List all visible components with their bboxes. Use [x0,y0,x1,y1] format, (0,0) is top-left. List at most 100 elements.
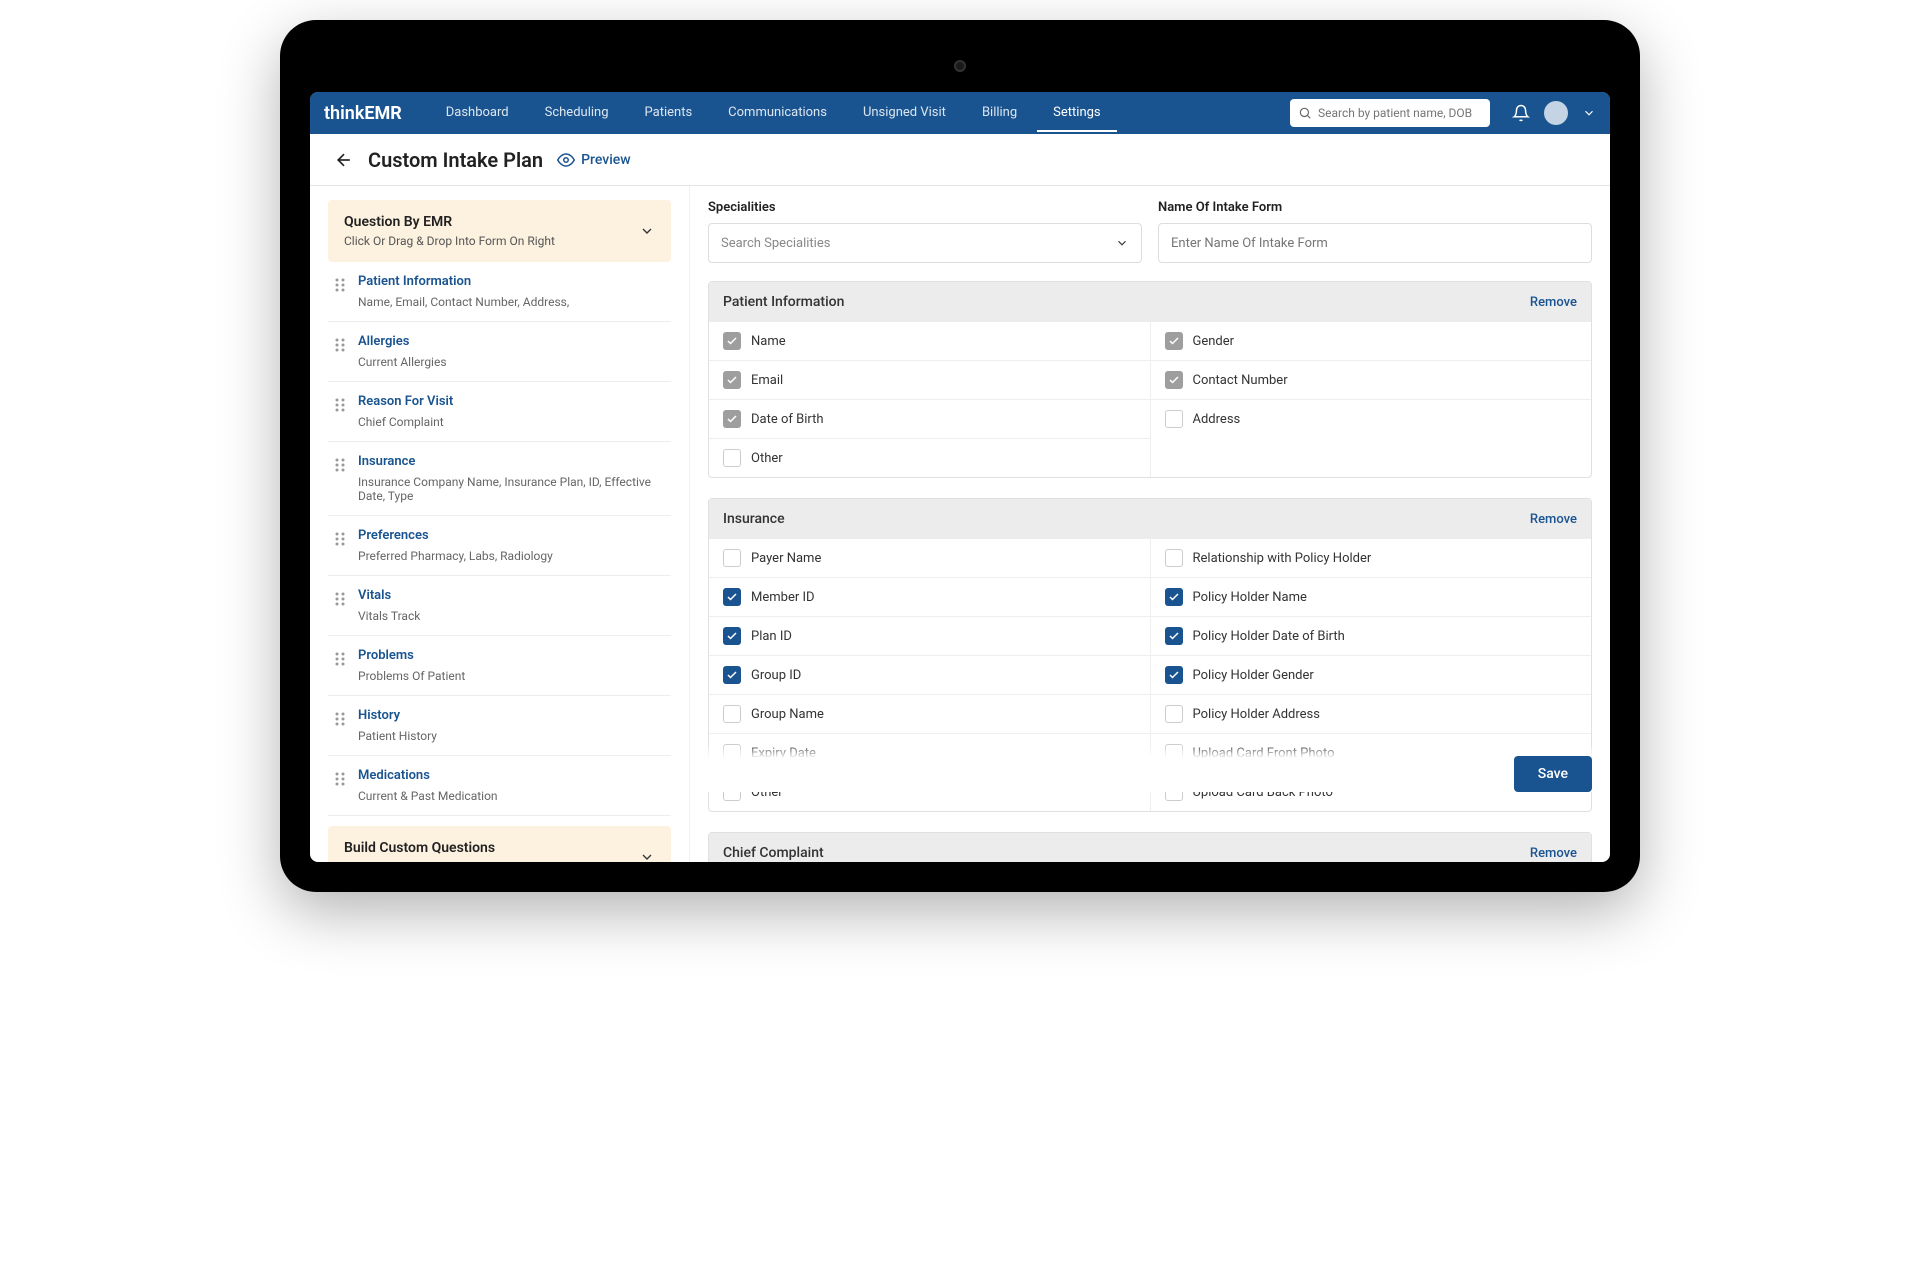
section-title: Patient Information [723,294,844,310]
checkbox[interactable] [1165,410,1183,428]
drag-handle-icon[interactable] [334,771,346,787]
drag-item-title: Reason For Visit [358,394,453,409]
custom-panel-header[interactable]: Build Custom Questions Click Or Drag & D… [328,826,671,862]
search-input[interactable] [1318,106,1482,120]
drag-item[interactable]: Patient InformationName, Email, Contact … [328,262,671,322]
check-row: Policy Holder Address [1151,695,1592,734]
checkbox[interactable] [1165,371,1183,389]
drag-item[interactable]: InsuranceInsurance Company Name, Insuran… [328,442,671,516]
nav-item-communications[interactable]: Communications [712,95,843,132]
check-row: Name [709,322,1150,361]
specialities-select[interactable]: Search Specialities [708,223,1142,263]
checkbox[interactable] [723,371,741,389]
drag-item[interactable]: Medications Current & Past Medication [328,756,671,816]
check-row: Address [1151,400,1592,438]
drag-item-sub: Insurance Company Name, Insurance Plan, … [358,475,665,503]
section-header: Patient Information Remove [709,282,1591,322]
drag-handle-icon[interactable] [334,711,346,727]
drag-item[interactable]: ProblemsProblems Of Patient [328,636,671,696]
drag-handle-icon[interactable] [334,531,346,547]
form-section: Chief ComplaintRemoveText BoxOther [708,832,1592,862]
eye-icon [557,151,575,169]
main-form: Specialities Search Specialities Name Of… [690,186,1610,862]
top-bar: thinkEMR DashboardSchedulingPatientsComm… [310,92,1610,134]
form-section: Patient InformationRemoveNameEmailDate o… [708,281,1592,478]
nav-item-patients[interactable]: Patients [629,95,709,132]
checkbox[interactable] [723,705,741,723]
check-label: Policy Holder Gender [1193,668,1314,683]
drag-handle-icon[interactable] [334,651,346,667]
drag-handle-icon[interactable] [334,277,346,293]
drag-item[interactable]: AllergiesCurrent Allergies [328,322,671,382]
drag-handle-icon[interactable] [334,591,346,607]
checkbox[interactable] [1165,705,1183,723]
brand-logo: thinkEMR [324,103,402,124]
check-label: Payer Name [751,551,821,566]
checkbox[interactable] [723,627,741,645]
page-title: Custom Intake Plan [368,148,543,172]
check-row: Other [709,439,1150,477]
checkbox[interactable] [723,666,741,684]
check-label: Contact Number [1193,373,1288,388]
check-row: Date of Birth [709,400,1150,439]
nav-item-dashboard[interactable]: Dashboard [430,95,525,132]
nav-item-unsigned-visit[interactable]: Unsigned Visit [847,95,962,132]
search-box[interactable] [1290,99,1490,127]
checkbox[interactable] [1165,549,1183,567]
checkbox[interactable] [1165,627,1183,645]
remove-link[interactable]: Remove [1530,512,1577,527]
preview-button[interactable]: Preview [557,151,631,169]
check-label: Group ID [751,668,801,683]
check-row: Gender [1151,322,1592,361]
check-label: Address [1193,412,1241,427]
checkbox[interactable] [723,410,741,428]
section-title: Chief Complaint [723,845,824,861]
drag-handle-icon[interactable] [334,457,346,473]
check-row: Plan ID [709,617,1150,656]
drag-item[interactable]: PreferencesPreferred Pharmacy, Labs, Rad… [328,516,671,576]
nav-item-settings[interactable]: Settings [1037,95,1116,132]
drag-item-sub: Current Allergies [358,355,447,369]
checkbox[interactable] [723,449,741,467]
sidebar: Question By EMR Click Or Drag & Drop Int… [310,186,690,862]
chevron-down-icon[interactable] [1582,106,1596,120]
drag-item-sub: Current & Past Medication [358,789,498,803]
nav-item-billing[interactable]: Billing [966,95,1033,132]
check-label: Policy Holder Address [1193,707,1320,722]
drag-item[interactable]: VitalsVitals Track [328,576,671,636]
remove-link[interactable]: Remove [1530,846,1577,861]
drag-item-sub: Name, Email, Contact Number, Address, [358,295,569,309]
intake-name-input[interactable] [1171,236,1579,251]
back-arrow-icon[interactable] [334,150,354,170]
sub-header: Custom Intake Plan Preview [310,134,1610,186]
drag-item[interactable]: HistoryPatient History [328,696,671,756]
save-button[interactable]: Save [1514,756,1592,792]
drag-handle-icon[interactable] [334,397,346,413]
avatar[interactable] [1544,101,1568,125]
remove-link[interactable]: Remove [1530,295,1577,310]
check-row: Member ID [709,578,1150,617]
checkbox[interactable] [723,332,741,350]
emr-panel-header[interactable]: Question By EMR Click Or Drag & Drop Int… [328,200,671,262]
section-header: InsuranceRemove [709,499,1591,539]
chevron-down-icon [1115,236,1129,250]
section-header: Chief Complaint Remove [709,833,1591,862]
chevron-down-icon [639,223,655,239]
check-label: Other [751,451,783,466]
checkbox[interactable] [1165,332,1183,350]
bell-icon[interactable] [1512,104,1530,122]
drag-handle-icon[interactable] [334,337,346,353]
drag-item-title: Vitals [358,588,420,603]
search-icon [1298,106,1312,120]
check-label: Name [751,334,786,349]
check-label: Policy Holder Name [1193,590,1307,605]
drag-item-title: Medications [358,768,498,783]
checkbox[interactable] [723,588,741,606]
drag-item[interactable]: Reason For VisitChief Complaint [328,382,671,442]
checkbox[interactable] [723,549,741,567]
checkbox[interactable] [1165,666,1183,684]
nav-item-scheduling[interactable]: Scheduling [529,95,625,132]
checkbox[interactable] [1165,588,1183,606]
check-row: Policy Holder Name [1151,578,1592,617]
check-label: Policy Holder Date of Birth [1193,629,1345,644]
